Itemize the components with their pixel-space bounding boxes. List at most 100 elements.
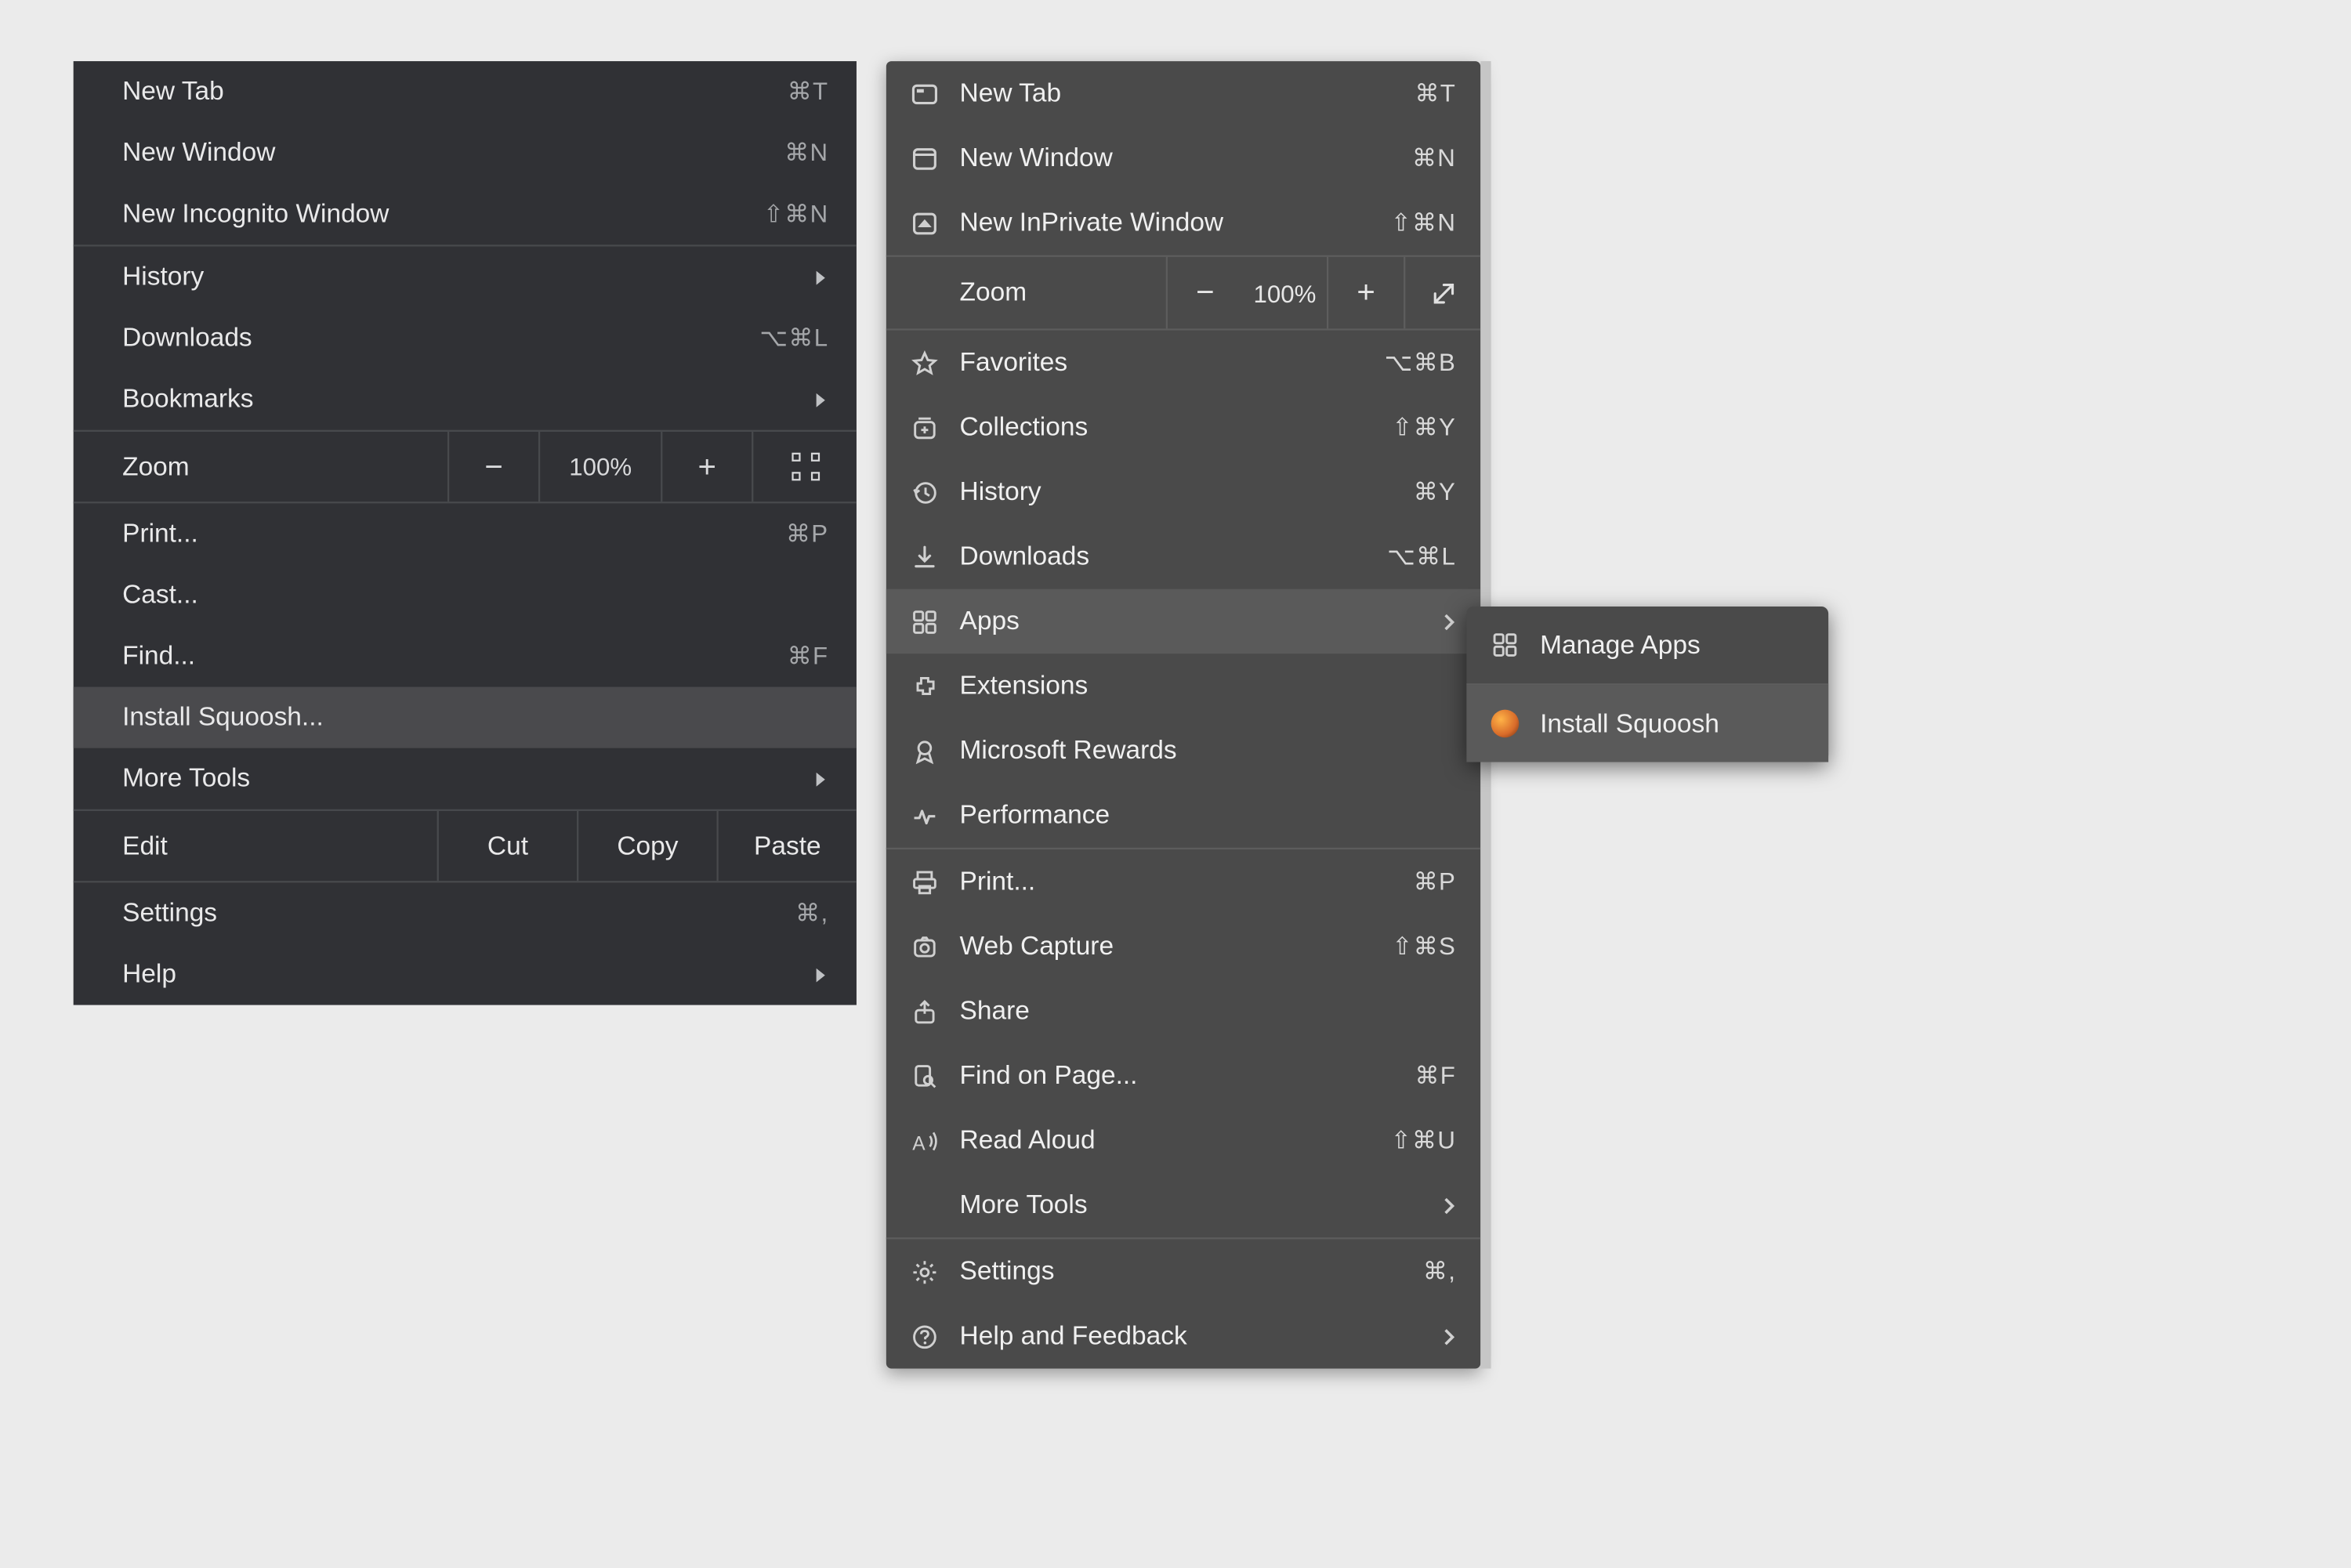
label: History — [122, 263, 814, 292]
shortcut: ⇧⌘S — [1392, 932, 1456, 961]
menu-item-find-on-page[interactable]: Find on Page... ⌘F — [886, 1044, 1480, 1109]
edge-menu: New Tab ⌘T New Window ⌘N New InPrivate W… — [886, 61, 1480, 1368]
window-icon — [911, 144, 959, 172]
submenu-item-manage-apps[interactable]: Manage Apps — [1466, 607, 1828, 683]
extensions-icon — [911, 672, 959, 701]
menu-item-help[interactable]: Help — [74, 943, 857, 1005]
apps-icon — [1491, 631, 1540, 659]
shortcut: ⇧⌘N — [763, 199, 828, 229]
label: More Tools — [122, 764, 814, 794]
chevron-right-icon — [814, 391, 828, 408]
share-icon — [911, 998, 959, 1026]
fullscreen-icon — [791, 453, 819, 481]
menu-item-extensions[interactable]: Extensions — [886, 654, 1480, 719]
menu-item-more-tools[interactable]: More Tools — [886, 1173, 1480, 1238]
label: Web Capture — [960, 932, 1393, 961]
star-icon — [911, 349, 959, 377]
cut-button[interactable]: Cut — [437, 811, 577, 881]
zoom-in-button[interactable]: + — [661, 432, 752, 502]
chrome-menu: New Tab ⌘T New Window ⌘N New Incognito W… — [74, 61, 857, 1005]
chevron-right-icon — [814, 770, 828, 788]
menu-item-downloads[interactable]: Downloads ⌥⌘L — [886, 524, 1480, 589]
web-capture-icon — [911, 932, 959, 961]
menu-item-collections[interactable]: Collections ⇧⌘Y — [886, 395, 1480, 460]
menu-item-cast[interactable]: Cast... — [74, 564, 857, 625]
svg-text:A: A — [912, 1133, 926, 1154]
menu-item-new-tab[interactable]: New Tab ⌘T — [74, 61, 857, 122]
zoom-in-button[interactable]: + — [1327, 257, 1404, 328]
shortcut: ⌘T — [1415, 78, 1456, 108]
label: Settings — [960, 1257, 1423, 1287]
zoom-out-button[interactable]: − — [1166, 257, 1243, 328]
chevron-right-icon — [1442, 1326, 1456, 1347]
label: Downloads — [122, 324, 759, 353]
menu-item-history[interactable]: History — [74, 247, 857, 308]
shortcut: ⇧⌘N — [1391, 208, 1456, 237]
chevron-right-icon — [1442, 611, 1456, 632]
menu-item-help-and-feedback[interactable]: Help and Feedback — [886, 1304, 1480, 1369]
label: New Incognito Window — [122, 199, 763, 229]
menu-item-print[interactable]: Print... ⌘P — [74, 503, 857, 564]
menu-item-settings[interactable]: Settings ⌘, — [74, 882, 857, 943]
label: History — [960, 477, 1414, 507]
collections-icon — [911, 414, 959, 442]
menu-item-find[interactable]: Find... ⌘F — [74, 626, 857, 687]
menu-item-new-inprivate-window[interactable]: New InPrivate Window ⇧⌘N — [886, 190, 1480, 255]
menu-item-bookmarks[interactable]: Bookmarks — [74, 369, 857, 430]
menu-item-performance[interactable]: Performance — [886, 783, 1480, 848]
zoom-label: Zoom — [74, 452, 447, 482]
menu-item-read-aloud[interactable]: A Read Aloud ⇧⌘U — [886, 1108, 1480, 1173]
shortcut: ⌘F — [1415, 1061, 1456, 1091]
shortcut: ⇧⌘Y — [1392, 412, 1456, 442]
fullscreen-button[interactable] — [1404, 257, 1480, 328]
menu-item-new-incognito-window[interactable]: New Incognito Window ⇧⌘N — [74, 183, 857, 244]
zoom-value: 100% — [1243, 257, 1327, 328]
menu-item-microsoft-rewards[interactable]: Microsoft Rewards — [886, 719, 1480, 784]
menu-item-settings[interactable]: Settings ⌘, — [886, 1239, 1480, 1304]
zoom-out-button[interactable]: − — [447, 432, 538, 502]
settings-icon — [911, 1258, 959, 1286]
menu-item-new-window[interactable]: New Window ⌘N — [886, 126, 1480, 191]
chevron-right-icon — [1442, 1195, 1456, 1216]
help-icon — [911, 1322, 959, 1350]
submenu-item-install-squoosh[interactable]: Install Squoosh — [1466, 685, 1828, 762]
shortcut: ⌘P — [786, 519, 828, 549]
label: Print... — [960, 867, 1414, 896]
menu-item-new-tab[interactable]: New Tab ⌘T — [886, 61, 1480, 126]
find-icon — [911, 1062, 959, 1090]
paste-button[interactable]: Paste — [717, 811, 857, 881]
label: Share — [960, 996, 1456, 1026]
label: Find on Page... — [960, 1061, 1415, 1091]
shortcut: ⌥⌘L — [1387, 541, 1456, 571]
label: Help — [122, 960, 814, 990]
menu-item-apps[interactable]: Apps — [886, 589, 1480, 654]
copy-button[interactable]: Copy — [577, 811, 716, 881]
expand-icon — [1429, 279, 1457, 307]
label: Settings — [122, 898, 795, 928]
menu-item-history[interactable]: History ⌘Y — [886, 460, 1480, 525]
edit-label: Edit — [74, 811, 437, 881]
menu-item-install-squoosh[interactable]: Install Squoosh... — [74, 687, 857, 748]
menu-item-new-window[interactable]: New Window ⌘N — [74, 122, 857, 183]
download-icon — [911, 543, 959, 571]
menu-item-favorites[interactable]: Favorites ⌥⌘B — [886, 331, 1480, 396]
label: Install Squoosh... — [122, 703, 828, 733]
menu-item-more-tools[interactable]: More Tools — [74, 748, 857, 809]
menu-item-print[interactable]: Print... ⌘P — [886, 849, 1480, 914]
label: Print... — [122, 519, 786, 549]
fullscreen-button[interactable] — [752, 432, 857, 502]
menu-item-share[interactable]: Share — [886, 979, 1480, 1044]
print-icon — [911, 867, 959, 896]
label: Collections — [960, 412, 1393, 442]
shortcut: ⌘, — [1423, 1257, 1456, 1287]
shortcut: ⌘N — [784, 138, 828, 168]
shortcut: ⌘T — [788, 77, 829, 107]
shortcut: ⌘P — [1414, 867, 1456, 896]
label: Help and Feedback — [960, 1321, 1443, 1351]
label: New Window — [960, 143, 1412, 173]
label: New Window — [122, 138, 784, 168]
menu-item-downloads[interactable]: Downloads ⌥⌘L — [74, 308, 857, 369]
menu-item-web-capture[interactable]: Web Capture ⇧⌘S — [886, 914, 1480, 980]
label: New Tab — [122, 77, 788, 107]
label: Manage Apps — [1540, 630, 1804, 660]
